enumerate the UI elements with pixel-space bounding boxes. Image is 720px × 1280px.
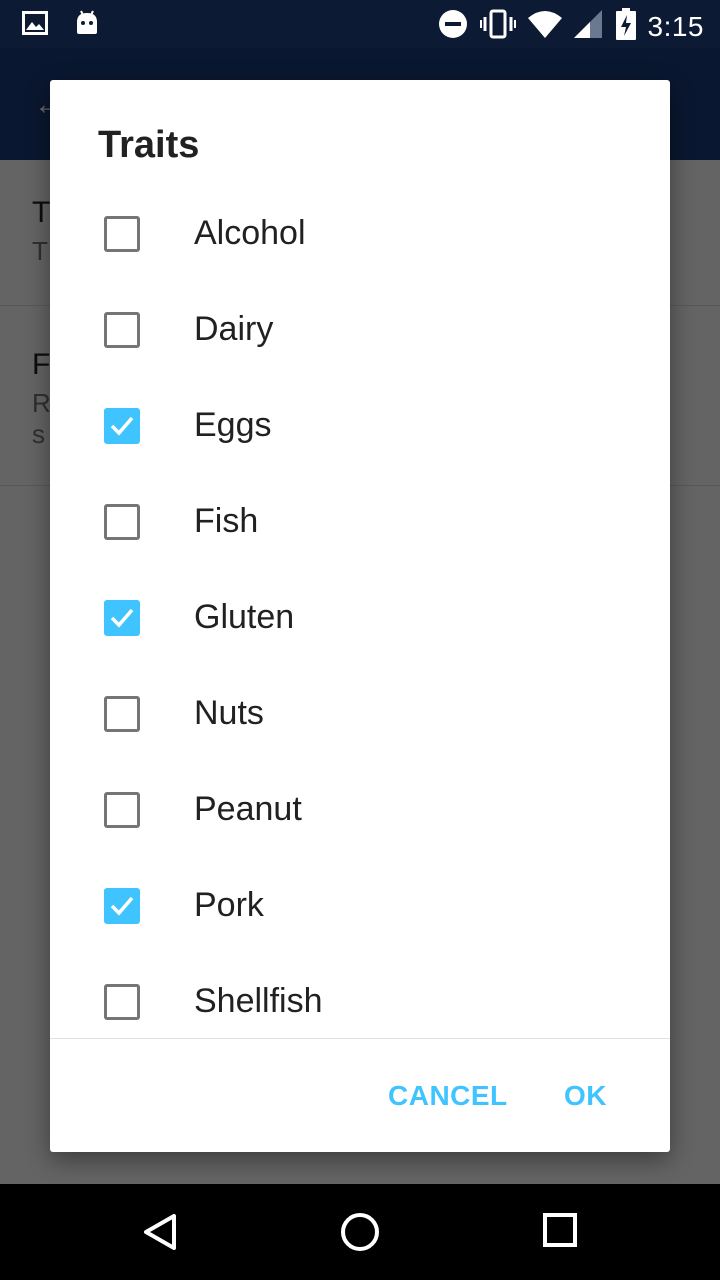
- dialog-divider: [50, 1038, 670, 1039]
- option-label: Shellfish: [194, 982, 323, 1020]
- checkbox-unchecked[interactable]: [104, 504, 140, 540]
- checkbox-unchecked[interactable]: [104, 984, 140, 1020]
- options-list[interactable]: Alcohol Dairy Eggs Fish Gluten Nuts Peanut Pork…: [50, 186, 670, 1038]
- checkbox-checked[interactable]: [104, 888, 140, 924]
- image-icon: [22, 11, 48, 40]
- navigation-bar: [0, 1184, 720, 1280]
- option-row[interactable]: Dairy: [50, 282, 670, 378]
- checkbox-checked[interactable]: [104, 408, 140, 444]
- checkbox-unchecked[interactable]: [104, 216, 140, 252]
- home-icon[interactable]: [340, 1212, 380, 1257]
- option-label: Alcohol: [194, 214, 306, 252]
- option-label: Dairy: [194, 310, 274, 348]
- checkbox-unchecked[interactable]: [104, 792, 140, 828]
- status-bar: 3:15: [0, 0, 720, 48]
- signal-icon: [573, 10, 604, 43]
- option-row[interactable]: Nuts: [50, 666, 670, 762]
- checkmark-icon: [110, 608, 134, 628]
- option-label: Eggs: [194, 406, 272, 444]
- back-icon[interactable]: [140, 1212, 180, 1257]
- option-row[interactable]: Shellfish: [50, 954, 670, 1038]
- wifi-icon: [527, 10, 562, 43]
- option-row[interactable]: Peanut: [50, 762, 670, 858]
- option-row[interactable]: Gluten: [50, 570, 670, 666]
- option-label: Pork: [194, 886, 264, 924]
- option-label: Peanut: [194, 790, 302, 828]
- status-time: 3:15: [647, 10, 704, 42]
- checkbox-unchecked[interactable]: [104, 312, 140, 348]
- option-row[interactable]: Pork: [50, 858, 670, 954]
- checkmark-icon: [110, 416, 134, 436]
- option-label: Gluten: [194, 598, 295, 636]
- battery-charging-icon: [615, 8, 636, 45]
- option-label: Nuts: [194, 694, 264, 732]
- recents-icon[interactable]: [542, 1212, 578, 1253]
- cancel-button[interactable]: CANCEL: [388, 1080, 508, 1112]
- ok-button[interactable]: OK: [564, 1080, 607, 1112]
- dialog-title: Traits: [98, 124, 200, 166]
- checkbox-unchecked[interactable]: [104, 696, 140, 732]
- option-label: Fish: [194, 502, 259, 540]
- traits-dialog: Traits Alcohol Dairy Eggs Fish Gluten Nuts Pea…: [50, 80, 670, 1152]
- option-row[interactable]: Alcohol: [50, 186, 670, 282]
- checkmark-icon: [110, 896, 134, 916]
- checkbox-checked[interactable]: [104, 600, 140, 636]
- vibrate-icon: [479, 9, 516, 44]
- android-icon: [74, 10, 100, 41]
- do-not-disturb-icon: [438, 9, 468, 44]
- option-row[interactable]: Fish: [50, 474, 670, 570]
- option-row[interactable]: Eggs: [50, 378, 670, 474]
